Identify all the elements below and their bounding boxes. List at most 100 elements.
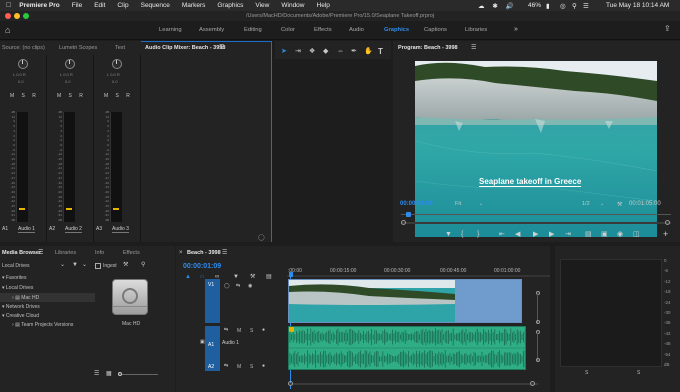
v1-lock-icon[interactable]: ◯ [224, 284, 230, 289]
filter-icon[interactable]: ▼ [72, 262, 78, 268]
workspace-learning[interactable]: Learning [159, 27, 182, 33]
program-playhead[interactable] [406, 212, 411, 217]
thumbnail-size-slider[interactable] [118, 372, 158, 376]
ripple-edit-tool-icon[interactable]: ❖ [309, 48, 315, 55]
control-center-icon[interactable]: ☰ [583, 2, 589, 10]
panel-menu-icon[interactable]: ☰ [219, 45, 224, 51]
fit-dropdown[interactable]: Fit [455, 201, 461, 207]
creative-cloud-icon[interactable]: ☁ [478, 3, 485, 10]
tab-info[interactable]: Info [95, 250, 104, 256]
tab-media-browser[interactable]: Media Browser [2, 250, 41, 256]
clock[interactable]: Tue May 18 10:14 AM [606, 2, 669, 9]
insert-sequence-icon[interactable]: ▲ [185, 274, 191, 280]
a1-solo-button[interactable]: S [250, 328, 253, 334]
menu-graphics[interactable]: Graphics [217, 2, 243, 9]
timeline-horizontal-scrollbar[interactable] [288, 381, 538, 386]
v1-sync-icon[interactable]: ⇆ [236, 284, 240, 289]
timeline-settings-icon[interactable]: ⚒ [250, 274, 255, 280]
pan-value[interactable]: 0.0 [18, 79, 24, 84]
v-scroll-bottom[interactable] [536, 320, 540, 324]
tab-libraries[interactable]: Libraries [55, 250, 76, 256]
resolution-chevron-icon[interactable]: ⌄ [600, 201, 604, 207]
list-view-icon[interactable]: ☰ [94, 371, 99, 377]
video-clip[interactable] [288, 279, 522, 323]
pan-knob[interactable] [18, 59, 28, 69]
program-monitor-title[interactable]: Program: Beach - 3998 [398, 45, 458, 51]
battery-percent[interactable]: 46% [528, 2, 541, 9]
extract-button[interactable]: ▣ [601, 231, 608, 238]
tab-lumetri-scopes[interactable]: Lumetri Scopes [59, 45, 97, 51]
minimize-window-button[interactable] [14, 13, 20, 19]
a1-mute-button[interactable]: M [237, 328, 241, 334]
channel-name[interactable]: Audio 1 [18, 226, 35, 233]
menu-window[interactable]: Window [281, 2, 304, 9]
location-dropdown[interactable]: Local Drives [2, 263, 30, 269]
display-dropdown-icon[interactable]: ⌄ [82, 262, 87, 268]
ingest-checkbox[interactable] [95, 263, 101, 269]
home-icon[interactable]: ⌂ [5, 26, 10, 35]
tree-network-drives[interactable]: ▾ Network Drives [2, 304, 40, 310]
workspace-audio[interactable]: Audio [349, 27, 364, 33]
workspace-assembly[interactable]: Assembly [199, 27, 224, 33]
lift-button[interactable]: ▤ [585, 231, 592, 238]
pan-value[interactable]: 0.0 [112, 79, 118, 84]
channel-name[interactable]: Audio 2 [65, 226, 82, 233]
type-tool-icon[interactable]: T [378, 48, 383, 56]
workspace-effects[interactable]: Effects [314, 27, 332, 33]
drive-tile-label[interactable]: Mac HD [122, 321, 140, 327]
app-menu[interactable]: Premiere Pro [19, 2, 59, 9]
workspace-color[interactable]: Color [281, 27, 295, 33]
workspace-editing[interactable]: Editing [244, 27, 262, 33]
resolution-dropdown[interactable]: 1/2 [582, 201, 590, 207]
a2-voiceover-mic-icon[interactable]: ● [262, 364, 265, 369]
icon-view-icon[interactable]: ▦ [106, 371, 112, 377]
audio-clip[interactable] [288, 326, 526, 370]
close-sequence-icon[interactable]: × [179, 250, 183, 256]
menu-sequence[interactable]: Sequence [141, 2, 170, 9]
tab-effects[interactable]: Effects [123, 250, 140, 256]
mac-hd-drive-icon[interactable] [112, 279, 148, 315]
menu-markers[interactable]: Markers [182, 2, 205, 9]
workspace-graphics[interactable]: Graphics [384, 27, 409, 33]
mark-in-button[interactable]: { [461, 231, 463, 238]
a1-track-name[interactable]: Audio 1 [222, 340, 239, 346]
battery-icon[interactable]: ▮ [546, 2, 550, 10]
mark-out-button[interactable]: } [477, 231, 479, 238]
snap-icon[interactable]: ∩ [200, 274, 204, 280]
menu-clip[interactable]: Clip [117, 2, 128, 9]
a1-sync-icon[interactable]: ⇆ [224, 328, 228, 333]
wifi-icon[interactable]: ◎ [560, 2, 566, 10]
sequence-menu-icon[interactable]: ☰ [222, 250, 227, 256]
go-to-in-button[interactable]: ⇤ [499, 231, 505, 238]
tree-favorites[interactable]: ▾ Favorites [2, 275, 26, 281]
play-button[interactable]: ▶ [533, 231, 538, 238]
tree-mac-hd[interactable]: › ▤ Mac HD [12, 295, 39, 301]
pen-tool-icon[interactable]: ✒ [351, 48, 357, 55]
meter-solo-right[interactable]: S [637, 370, 640, 376]
track-select-tool-icon[interactable]: ⇥ [295, 48, 301, 55]
meter-solo-left[interactable]: S [585, 370, 588, 376]
mute-solo-record-buttons[interactable]: M S R [104, 93, 133, 99]
a-scroll-bottom[interactable] [536, 358, 540, 362]
comparison-view-button[interactable]: ◫ [633, 231, 640, 238]
export-frame-button[interactable]: ◉ [617, 231, 623, 238]
volume-fader[interactable] [19, 208, 25, 210]
sequence-tab[interactable]: Beach - 3998 [187, 250, 221, 256]
slip-tool-icon[interactable]: ⇔ [337, 48, 344, 55]
program-video-frame[interactable]: Seaplane takeoff in Greece [415, 61, 657, 237]
tab-audio-clip-mixer[interactable]: Audio Clip Mixer: Beach - 3998 [145, 45, 225, 51]
zoom-window-button[interactable] [23, 13, 29, 19]
a1-voiceover-mic-icon[interactable]: ● [262, 328, 265, 333]
search-icon[interactable]: ⚲ [572, 2, 577, 10]
tree-creative-cloud[interactable]: ▾ Creative Cloud [2, 313, 39, 319]
pan-value[interactable]: 0.0 [65, 79, 71, 84]
razor-tool-icon[interactable]: ◆ [323, 48, 328, 55]
program-scrubber[interactable] [401, 212, 671, 217]
menu-file[interactable]: File [72, 2, 82, 9]
more-workspaces-icon[interactable]: » [514, 26, 518, 33]
menu-edit[interactable]: Edit [94, 2, 105, 9]
captions-icon[interactable]: ▤ [266, 274, 272, 280]
workspace-captions[interactable]: Captions [424, 27, 447, 33]
panel-resize-icon[interactable]: ◯ [258, 235, 265, 241]
tree-team-projects[interactable]: › ▤ Team Projects Versions [12, 322, 73, 328]
